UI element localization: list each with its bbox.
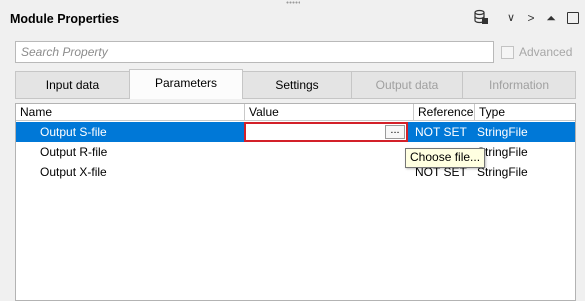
chevron-right-icon[interactable]: > (525, 9, 537, 27)
column-header-value[interactable]: Value (245, 104, 414, 121)
pin-icon[interactable]: ⏶ (545, 9, 557, 27)
panel-drag-grip[interactable] (286, 1, 300, 4)
value-editor[interactable]: ... (244, 122, 408, 142)
row-name: Output X-file (40, 165, 107, 179)
chevron-down-icon[interactable]: ∨ (505, 9, 517, 27)
row-name: Output S-file (40, 125, 107, 139)
column-header-name[interactable]: Name (16, 104, 245, 121)
advanced-toggle[interactable]: Advanced (501, 45, 572, 59)
column-header-type[interactable]: Type (475, 104, 575, 121)
panel-title: Module Properties (10, 12, 120, 26)
table-row[interactable]: Output X-file NOT SET StringFile (16, 162, 575, 182)
search-box[interactable] (15, 41, 494, 63)
property-grid: Name Value Reference Type Output S-file … (15, 103, 576, 301)
window-icon[interactable] (567, 12, 579, 24)
tab-parameters[interactable]: Parameters (129, 69, 243, 99)
tab-strip-divider (15, 98, 576, 99)
tab-settings[interactable]: Settings (242, 71, 352, 98)
table-row[interactable]: Output R-file StringFile (16, 142, 575, 162)
advanced-label: Advanced (519, 45, 573, 59)
tab-input-data[interactable]: Input data (15, 71, 130, 98)
table-row[interactable]: Output S-file ... NOT SET StringFile (16, 122, 575, 142)
row-type: StringFile (477, 125, 528, 139)
column-header-reference[interactable]: Reference (414, 104, 475, 121)
browse-file-button[interactable]: ... (385, 125, 405, 139)
tab-output-data[interactable]: Output data (351, 71, 463, 98)
tab-information[interactable]: Information (462, 71, 576, 98)
database-icon[interactable] (473, 9, 489, 25)
row-name: Output R-file (40, 145, 108, 159)
search-input[interactable] (16, 42, 493, 62)
row-reference: NOT SET (415, 125, 467, 139)
tooltip: Choose file... (405, 148, 486, 168)
advanced-checkbox[interactable] (501, 46, 514, 59)
